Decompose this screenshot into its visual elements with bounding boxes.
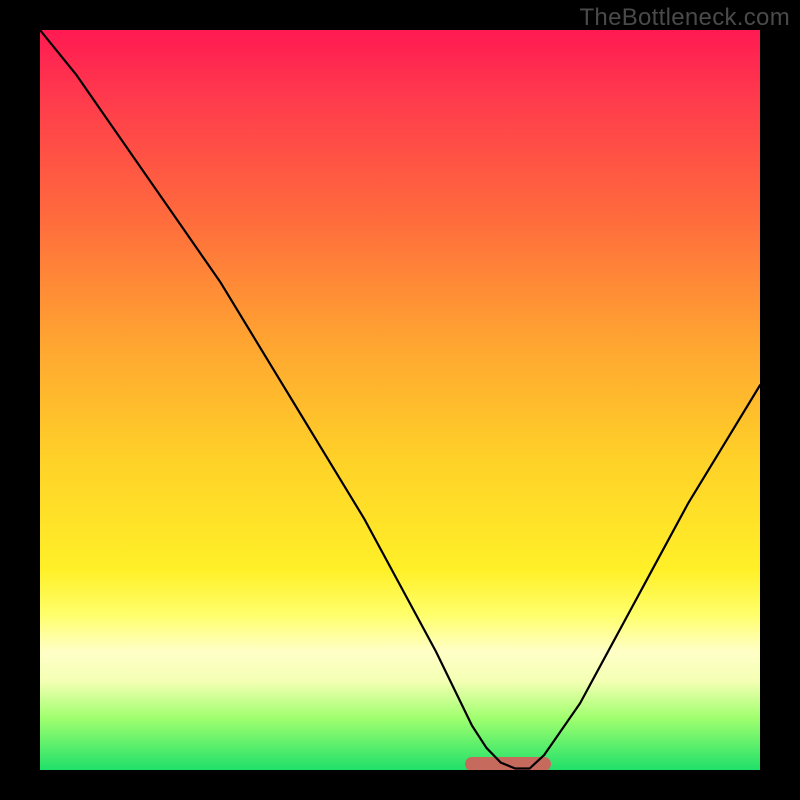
chart-frame: TheBottleneck.com bbox=[0, 0, 800, 800]
plot-overlay bbox=[40, 30, 760, 770]
watermark-text: TheBottleneck.com bbox=[579, 4, 790, 32]
bottleneck-curve bbox=[40, 30, 760, 769]
plot-area bbox=[40, 30, 760, 770]
